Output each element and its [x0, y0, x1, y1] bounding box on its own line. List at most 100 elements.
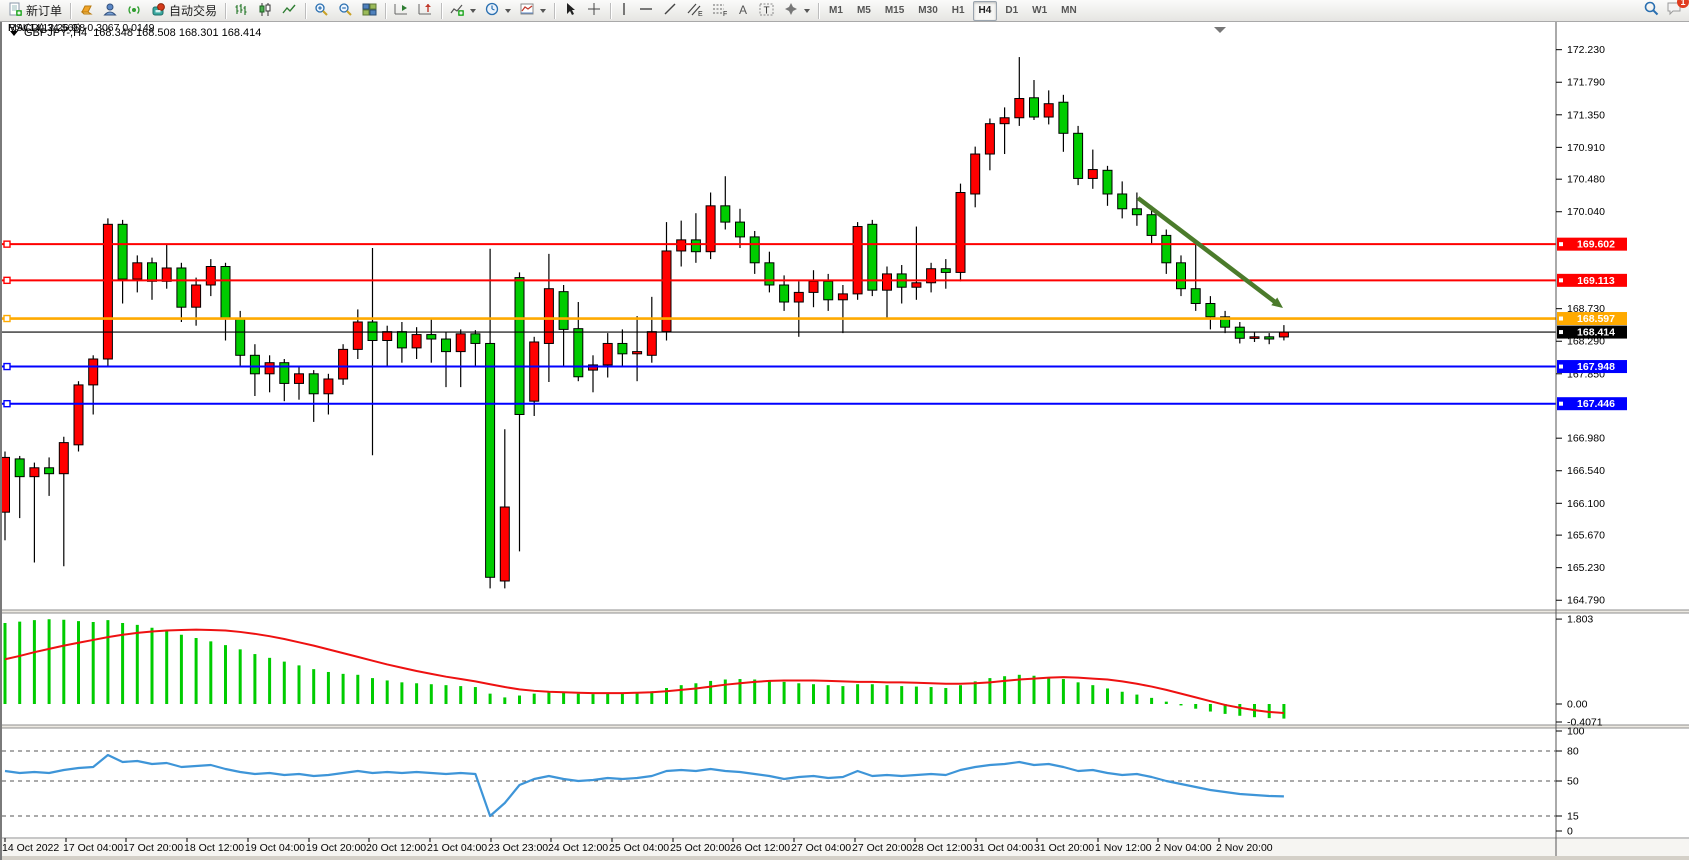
candle — [442, 339, 451, 352]
candle — [809, 281, 818, 292]
time-axis-label: 1 Nov 12:00 — [1095, 842, 1152, 854]
resistance-line-1-handle[interactable] — [4, 241, 10, 247]
auto-scroll-icon — [394, 2, 409, 20]
signal-button[interactable] — [123, 1, 146, 21]
candle — [177, 268, 186, 307]
candle — [530, 342, 539, 401]
price-tag-label: 169.602 — [1577, 239, 1615, 251]
bar-chart-mode-button[interactable] — [230, 1, 253, 21]
toolbar-separator — [305, 3, 306, 19]
tile-windows-button[interactable] — [358, 1, 381, 21]
new-order-icon — [8, 2, 23, 20]
candle — [1059, 102, 1068, 133]
candle — [603, 343, 612, 364]
timeframe-button-w1[interactable]: W1 — [1026, 1, 1053, 21]
chart-shift-button[interactable] — [414, 1, 437, 21]
notifications-button[interactable]: 1 — [1666, 0, 1683, 21]
support-line-2-handle[interactable] — [4, 401, 10, 407]
price-axis-label: 166.540 — [1567, 465, 1605, 477]
cursor-tool-button[interactable] — [559, 1, 582, 21]
text-icon: A — [737, 2, 750, 20]
resistance-line-2-handle[interactable] — [4, 277, 10, 283]
timeframe-button-m1[interactable]: M1 — [823, 1, 849, 21]
search-icon[interactable] — [1643, 0, 1660, 22]
line-chart-mode-button[interactable] — [278, 1, 301, 21]
candle — [574, 329, 583, 377]
bar-chart-icon — [234, 2, 249, 20]
candle — [486, 343, 495, 577]
candle — [1191, 289, 1200, 304]
time-axis-label: 18 Oct 12:00 — [184, 842, 244, 854]
candle — [838, 294, 847, 300]
tile-windows-icon — [362, 2, 377, 20]
gold-button[interactable] — [75, 1, 98, 21]
rsi-axis-label: 50 — [1567, 776, 1579, 788]
candle — [941, 269, 950, 273]
timeframe-button-m15[interactable]: M15 — [879, 1, 910, 21]
time-axis-label: 14 Oct 2022 — [2, 842, 59, 854]
profile-button[interactable] — [99, 1, 122, 21]
time-axis-label: 31 Oct 04:00 — [973, 842, 1033, 854]
candle — [853, 227, 862, 294]
candle — [295, 374, 304, 384]
templates-button[interactable] — [516, 1, 550, 21]
candle — [1265, 337, 1274, 339]
zoom-out-button[interactable] — [334, 1, 357, 21]
clock-icon — [485, 2, 500, 20]
svg-text:E: E — [698, 11, 703, 17]
vertical-line-tool-button[interactable] — [615, 1, 634, 21]
auto-scroll-button[interactable] — [390, 1, 413, 21]
pivot-line-handle[interactable] — [4, 316, 10, 322]
fibonacci-tool-button[interactable]: F — [708, 1, 732, 21]
new-order-button[interactable]: 新订单 — [4, 1, 66, 21]
svg-text:F: F — [723, 11, 727, 17]
signal-icon — [127, 2, 142, 20]
timeframe-button-h4[interactable]: H4 — [973, 1, 998, 21]
support-line-1-handle[interactable] — [4, 364, 10, 370]
time-axis-label: 19 Oct 20:00 — [306, 842, 366, 854]
timeframe-button-d1[interactable]: D1 — [999, 1, 1024, 21]
price-axis-label: 172.230 — [1567, 44, 1605, 56]
price-tag-label: 169.113 — [1577, 275, 1615, 287]
channel-tool-button[interactable]: E — [683, 1, 707, 21]
crosshair-tool-button[interactable] — [583, 1, 606, 21]
auto-trading-label: 自动交易 — [169, 2, 217, 19]
templates-icon — [520, 2, 535, 20]
candlestick-icon — [258, 2, 273, 20]
price-tag-label: 167.948 — [1577, 361, 1615, 373]
timeframe-button-h1[interactable]: H1 — [946, 1, 971, 21]
candle — [883, 274, 892, 290]
periods-button[interactable] — [481, 1, 515, 21]
indicators-button[interactable] — [446, 1, 480, 21]
candle — [324, 379, 333, 394]
candle — [971, 154, 980, 194]
timeframe-button-m5[interactable]: M5 — [851, 1, 877, 21]
candle — [736, 222, 745, 237]
candle — [74, 385, 83, 445]
candle — [221, 267, 230, 319]
candle — [236, 318, 245, 355]
shapes-tool-button[interactable] — [780, 1, 814, 21]
text-tool-button[interactable]: A — [733, 1, 754, 21]
new-order-label: 新订单 — [26, 2, 62, 19]
equidistant-channel-icon: E — [687, 2, 703, 20]
chevron-down-icon — [804, 9, 810, 13]
candle — [1074, 133, 1083, 178]
chart-canvas[interactable]: 172.230171.790171.350170.910170.480170.0… — [2, 22, 1689, 860]
candle — [677, 240, 686, 251]
timeframe-button-mn[interactable]: MN — [1055, 1, 1083, 21]
toolbar-separator — [554, 3, 555, 19]
auto-trading-button[interactable]: 自动交易 — [147, 1, 221, 21]
trendline-tool-button[interactable] — [659, 1, 682, 21]
horizontal-line-tool-button[interactable] — [635, 1, 658, 21]
window-bottom-edge — [2, 856, 1689, 860]
time-axis-label: 28 Oct 12:00 — [912, 842, 972, 854]
price-tag-label: 167.446 — [1577, 398, 1615, 410]
candlestick-mode-button[interactable] — [254, 1, 277, 21]
zoom-in-button[interactable] — [310, 1, 333, 21]
resistance-line-1-tag-notch — [1559, 242, 1563, 246]
timeframe-button-m30[interactable]: M30 — [912, 1, 943, 21]
candle — [412, 335, 421, 348]
toolbar-separator — [610, 3, 611, 19]
text-label-tool-button[interactable]: T — [755, 1, 779, 21]
